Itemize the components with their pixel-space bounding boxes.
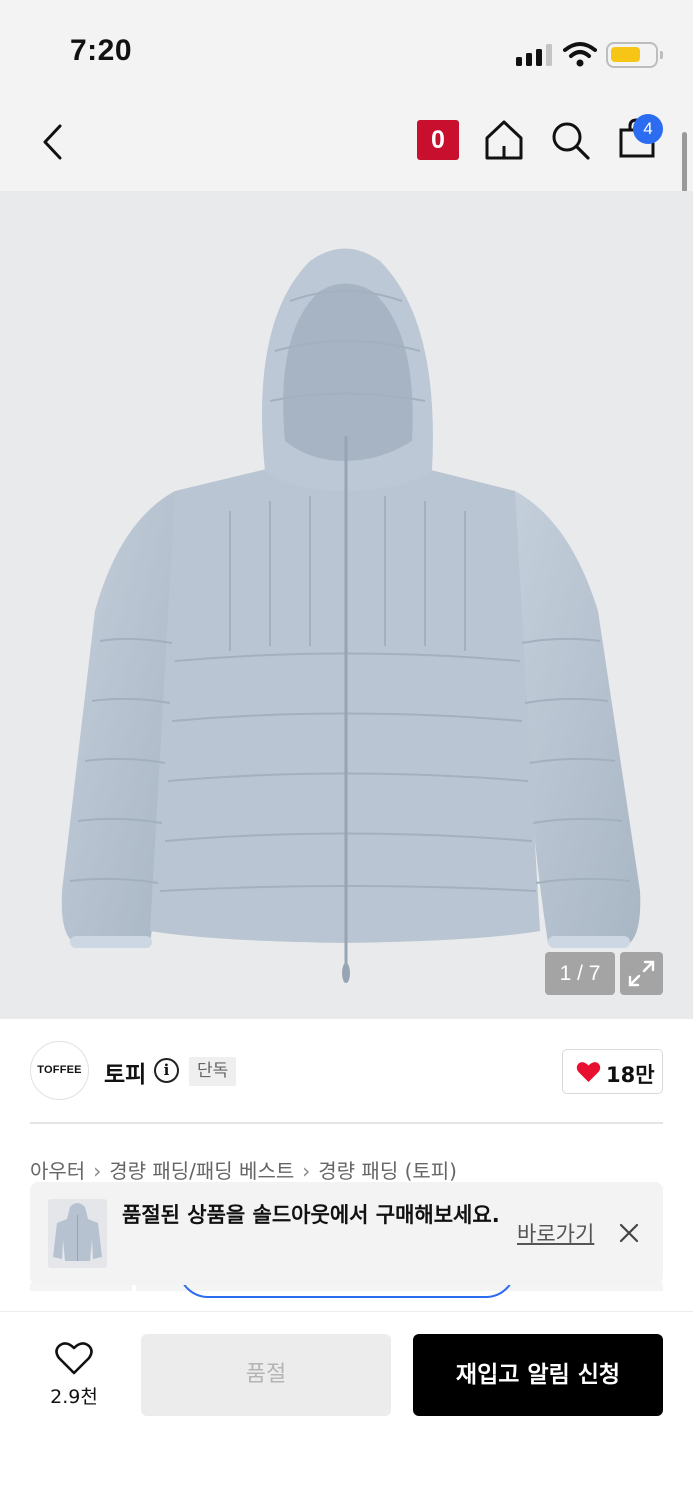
status-bar: 7:20 xyxy=(0,0,693,96)
toast-go-link[interactable]: 바로가기 xyxy=(517,1218,594,1248)
jacket-image xyxy=(61,248,641,983)
battery-icon xyxy=(606,42,663,68)
soldout-button: 품절 xyxy=(141,1334,391,1416)
brand-name[interactable]: 토피 xyxy=(104,1055,146,1089)
breadcrumb: 아우터 › 경량 패딩/패딩 베스트 › 경량 패딩 (토피) xyxy=(30,1155,457,1184)
status-time: 7:20 xyxy=(70,34,133,67)
heart-outline-icon xyxy=(55,1342,93,1375)
wifi-icon xyxy=(563,42,597,67)
toast-message: 품절된 상품을 솔드아웃에서 구매해보세요. xyxy=(122,1203,500,1227)
zero-badge-button[interactable]: 0 xyxy=(417,120,459,160)
wishlist-button[interactable]: 2.9천 xyxy=(36,1336,112,1416)
brand-logo[interactable]: TOFFEE xyxy=(30,1041,89,1100)
brand-like-count: 18만 xyxy=(606,1063,655,1087)
wishlist-count: 2.9천 xyxy=(50,1386,98,1408)
brand-like-button[interactable]: 18만 xyxy=(562,1049,663,1094)
chevron-right-icon: › xyxy=(93,1159,102,1183)
cart-count-badge: 4 xyxy=(633,114,663,144)
image-counter: 1 / 7 xyxy=(545,952,615,995)
toast-product-thumbnail xyxy=(48,1199,107,1268)
divider xyxy=(30,1122,663,1124)
chevron-right-icon: › xyxy=(302,1159,311,1183)
heart-filled-icon xyxy=(576,1062,601,1082)
brand-row: TOFFEE 토피 i 단독 18만 xyxy=(30,1041,663,1101)
breadcrumb-item[interactable]: 아우터 xyxy=(30,1159,85,1183)
product-image[interactable] xyxy=(0,191,693,1019)
exclusive-badge: 단독 xyxy=(189,1057,237,1086)
expand-icon[interactable] xyxy=(620,952,663,995)
restock-alert-button[interactable]: 재입고 알림 신청 xyxy=(413,1334,663,1416)
home-icon[interactable] xyxy=(483,118,525,162)
cellular-signal-icon xyxy=(516,44,552,66)
bottom-action-bar: 2.9천 품절 재입고 알림 신청 xyxy=(0,1311,693,1500)
info-icon[interactable]: i xyxy=(154,1058,179,1083)
soldout-toast: 품절된 상품을 솔드아웃에서 구매해보세요. 바로가기 xyxy=(30,1182,663,1285)
top-nav-bar: 0 4 xyxy=(0,96,693,191)
breadcrumb-item[interactable]: 경량 패딩 (토피) xyxy=(318,1159,457,1183)
close-icon[interactable] xyxy=(618,1222,640,1244)
back-chevron-icon[interactable] xyxy=(36,120,76,164)
breadcrumb-item[interactable]: 경량 패딩/패딩 베스트 xyxy=(109,1159,294,1183)
search-icon[interactable] xyxy=(550,120,592,162)
